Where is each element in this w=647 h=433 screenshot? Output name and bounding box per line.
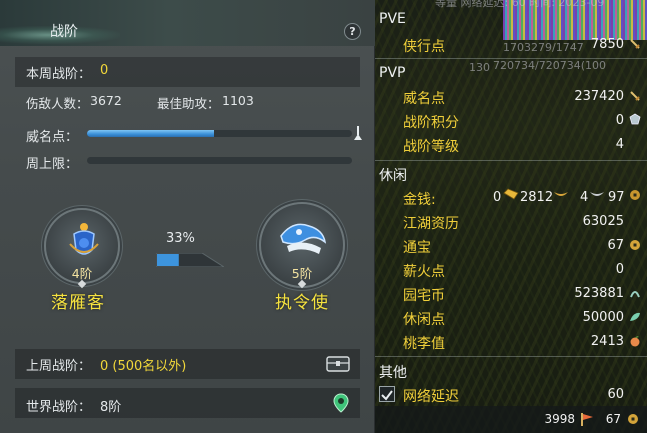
section-divider bbox=[375, 160, 647, 161]
silver-boat-icon bbox=[590, 192, 604, 196]
pvp-row-label: 战阶等级 bbox=[403, 139, 459, 155]
hud-status-text: 等量 网络延迟: 60 时间: 2023-09 bbox=[435, 0, 605, 9]
section-pve-title: PVE bbox=[379, 11, 406, 27]
rank-progress-percent: 33% bbox=[166, 231, 195, 246]
footer-value: 67 bbox=[605, 412, 621, 426]
money-value: 4 bbox=[580, 190, 589, 205]
this-week-value: 0 bbox=[100, 63, 109, 78]
this-week-label: 本周战阶： bbox=[26, 67, 92, 82]
section-divider bbox=[375, 58, 647, 59]
assist-value: 1103 bbox=[222, 93, 254, 108]
pvp-row-value: 237420 bbox=[574, 89, 624, 104]
section-leisure-title: 休闲 bbox=[379, 168, 407, 184]
prestige-progress-bar bbox=[87, 130, 352, 137]
leisure-row-value: 50000 bbox=[582, 310, 624, 325]
leisure-row-value: 523881 bbox=[574, 286, 624, 301]
section-pvp-title: PVP bbox=[379, 65, 406, 81]
panel-header: 战阶 ? bbox=[0, 0, 375, 46]
leisure-row-value: 67 bbox=[607, 238, 624, 253]
leisure-row-label: 桃李值 bbox=[403, 336, 445, 352]
world-rank-label: 世界战阶： bbox=[26, 400, 92, 415]
money-value: 0 bbox=[493, 190, 502, 205]
reward-chest-icon[interactable] bbox=[326, 354, 350, 372]
next-rank-name: 执令使 bbox=[275, 293, 329, 313]
hud-mp-text: 720734/720734(100 bbox=[493, 59, 606, 72]
money-label: 金钱: bbox=[403, 192, 436, 208]
flag-icon bbox=[581, 413, 593, 426]
pvp-row-label: 威名点 bbox=[403, 91, 445, 107]
money-value: 97 bbox=[608, 190, 625, 205]
battle-rank-panel: 战阶 ? 本周战阶： 0 伤敌人数： 3672 最佳助攻： 1103 威名点： … bbox=[0, 0, 375, 433]
leisure-row-value: 63025 bbox=[582, 214, 624, 229]
pvp-row-label: 战阶积分 bbox=[403, 115, 459, 131]
battle-rank-window: 战阶 ? 本周战阶： 0 伤敌人数： 3672 最佳助攻： 1103 威名点： … bbox=[0, 0, 647, 433]
location-pin-icon[interactable] bbox=[333, 393, 349, 413]
currency-footer: 3998 67 bbox=[375, 406, 647, 433]
prestige-label: 威名点： bbox=[26, 130, 79, 145]
gourd-icon bbox=[69, 223, 99, 255]
latency-label: 网络延迟 bbox=[403, 389, 459, 405]
leisure-row-value: 0 bbox=[615, 262, 624, 277]
garden-coin-icon bbox=[630, 291, 640, 298]
copper-coin-icon bbox=[630, 190, 640, 200]
current-rank-name: 落雁客 bbox=[51, 293, 105, 313]
pvp-row-value: 4 bbox=[615, 137, 624, 152]
help-button[interactable]: ? bbox=[344, 23, 361, 40]
prestige-progress-fill bbox=[87, 130, 215, 137]
sword-icon bbox=[630, 39, 640, 49]
world-rank-value: 8阶 bbox=[100, 400, 122, 415]
weekly-cap-progress-bar bbox=[87, 157, 352, 164]
assist-label: 最佳助攻： bbox=[157, 96, 220, 111]
hud-hp-text: 1703279/1747 bbox=[503, 41, 584, 54]
leisure-row-label: 园宅币 bbox=[403, 288, 445, 304]
leaf-icon bbox=[630, 312, 640, 321]
rank-progress-fill bbox=[157, 254, 179, 266]
kills-value: 3672 bbox=[90, 93, 122, 108]
money-value: 2812 bbox=[520, 190, 554, 205]
panel-title: 战阶 bbox=[50, 24, 78, 40]
peach-icon bbox=[630, 336, 640, 347]
tongbao-coin-icon bbox=[630, 240, 640, 250]
leisure-row-label: 休闲点 bbox=[403, 312, 445, 328]
pve-row-label: 侠行点 bbox=[403, 39, 445, 55]
footer-value: 3998 bbox=[544, 412, 575, 426]
gold-boat-icon bbox=[554, 192, 568, 196]
section-divider bbox=[375, 356, 647, 357]
sword-icon bbox=[630, 91, 640, 101]
last-week-label: 上周战阶： bbox=[26, 359, 92, 374]
latency-checkbox[interactable] bbox=[379, 386, 395, 402]
cap-marker-icon bbox=[354, 126, 362, 140]
leisure-row-label: 薪火点 bbox=[403, 264, 445, 280]
tongbao-coin-icon bbox=[628, 414, 638, 424]
rank-progress-arrow bbox=[156, 253, 224, 267]
emblem-icon bbox=[629, 113, 641, 125]
kills-label: 伤敌人数： bbox=[26, 96, 89, 111]
checkmark-icon bbox=[381, 390, 393, 401]
weekly-cap-label: 周上限： bbox=[26, 157, 79, 172]
gold-ingot-icon bbox=[503, 188, 519, 200]
scroll-wave-icon bbox=[280, 223, 327, 254]
latency-value: 60 bbox=[607, 387, 624, 402]
leisure-row-value: 2413 bbox=[590, 334, 624, 349]
pvp-row-value: 0 bbox=[615, 113, 624, 128]
section-other-title: 其他 bbox=[379, 365, 407, 381]
leisure-row-label: 江湖资历 bbox=[403, 216, 459, 232]
pve-row-value: 7850 bbox=[590, 37, 624, 52]
stats-panel: 等量 网络延迟: 60 时间: 2023-09 1703279/1747 720… bbox=[375, 0, 647, 433]
hud-level-text: 130 bbox=[469, 61, 490, 74]
leisure-row-label: 通宝 bbox=[403, 240, 431, 256]
last-week-value: 0 (500名以外) bbox=[100, 359, 187, 374]
